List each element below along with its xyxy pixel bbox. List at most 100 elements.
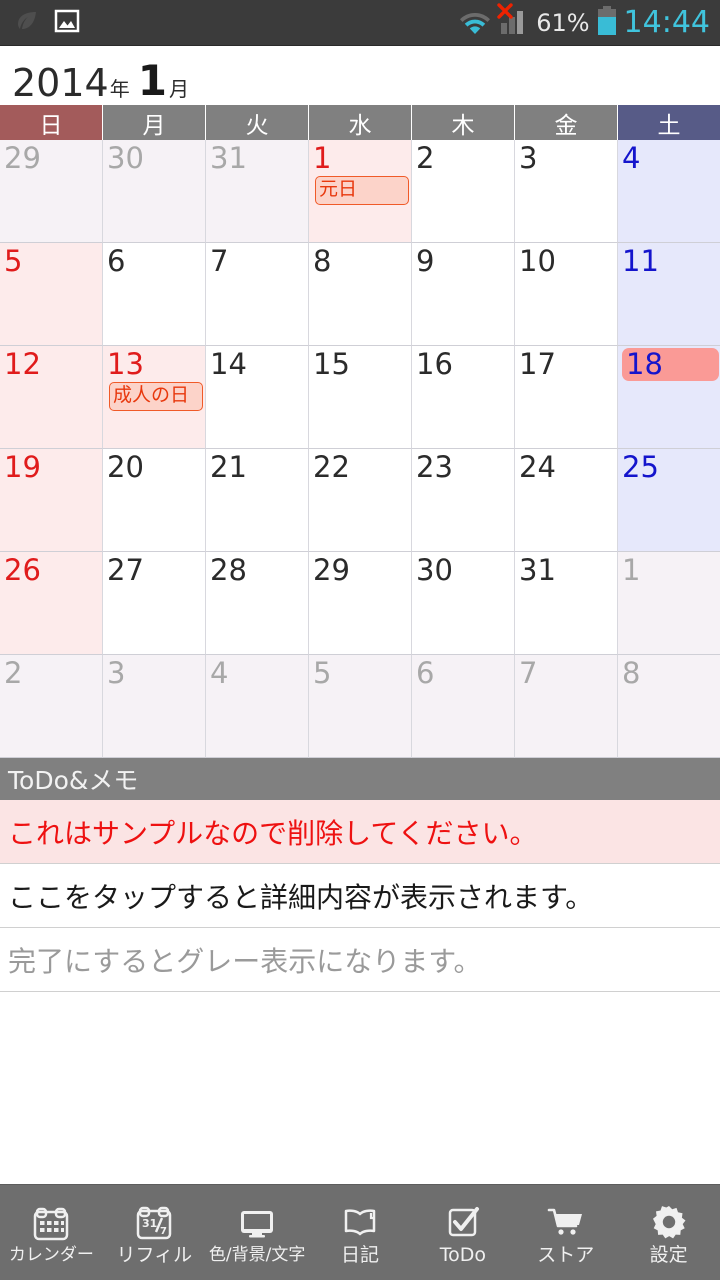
day-number-today: 18 <box>622 347 719 382</box>
todo-section-header: ToDo&メモ <box>0 758 720 800</box>
day-number: 4 <box>622 141 641 175</box>
calendar-week-row: 26 27 28 29 30 31 1 <box>0 552 720 655</box>
status-bar-left <box>14 8 80 38</box>
calendar-day-cell[interactable]: 1 元日 <box>309 140 412 243</box>
day-number: 16 <box>416 347 453 381</box>
nav-item-checkbox[interactable]: ToDo <box>411 1185 514 1280</box>
nav-item-label: 色/背景/文字 <box>208 1245 306 1265</box>
todo-empty-area[interactable] <box>0 992 720 1184</box>
day-number: 15 <box>313 347 350 381</box>
calendar-day-cell[interactable]: 4 <box>206 655 309 758</box>
calendar-day-cell[interactable]: 24 <box>515 449 618 552</box>
calendar-day-cell[interactable]: 17 <box>515 346 618 449</box>
calendar-day-cell[interactable]: 9 <box>412 243 515 346</box>
calendar-day-cell[interactable]: 21 <box>206 449 309 552</box>
calendar-day-cell[interactable]: 18 <box>618 346 720 449</box>
todo-item[interactable]: ここをタップすると詳細内容が表示されます。 <box>0 864 720 928</box>
calendar-day-cell[interactable]: 30 <box>412 552 515 655</box>
todo-item[interactable]: これはサンプルなので削除してください。 <box>0 800 720 864</box>
calendar-day-cell[interactable]: 5 <box>309 655 412 758</box>
nav-item-shopping-cart[interactable]: ストア <box>514 1185 617 1280</box>
calendar-day-cell[interactable]: 31 <box>206 140 309 243</box>
status-bar: 61% 14:44 <box>0 0 720 46</box>
nav-item-label: 設定 <box>649 1244 688 1266</box>
nav-item-gear[interactable]: 設定 <box>617 1185 720 1280</box>
calendar-day-cell[interactable]: 8 <box>309 243 412 346</box>
calendar-grid: 29 30 31 1 元日 2 3 4 5 6 7 8 9 10 11 12 13 成人の日 14 15 16 17 18 1… <box>0 140 720 758</box>
calendar-week-row: 5 6 7 8 9 10 11 <box>0 243 720 346</box>
calendar-day-cell[interactable]: 16 <box>412 346 515 449</box>
month-header[interactable]: 2014 年 1 月 <box>0 46 720 105</box>
nav-item-monitor[interactable]: 色/背景/文字 <box>206 1185 309 1280</box>
day-number: 5 <box>4 244 23 278</box>
nav-item-calendar[interactable]: カレンダー <box>0 1185 103 1280</box>
calendar-day-cell[interactable]: 3 <box>103 655 206 758</box>
calendar-day-cell[interactable]: 23 <box>412 449 515 552</box>
calendar-day-cell[interactable]: 19 <box>0 449 103 552</box>
calendar-day-cell[interactable]: 11 <box>618 243 720 346</box>
nav-item-label: 日記 <box>341 1244 380 1266</box>
shopping-cart-icon <box>546 1200 586 1244</box>
calendar-day-cell[interactable]: 26 <box>0 552 103 655</box>
todo-item[interactable]: 完了にするとグレー表示になります。 <box>0 928 720 992</box>
day-number: 20 <box>107 450 144 484</box>
calendar-day-cell[interactable]: 4 <box>618 140 720 243</box>
day-number: 22 <box>313 450 350 484</box>
calendar-day-cell[interactable]: 5 <box>0 243 103 346</box>
calendar-day-cell[interactable]: 31 <box>515 552 618 655</box>
calendar-day-cell[interactable]: 13 成人の日 <box>103 346 206 449</box>
calendar-day-cell[interactable]: 1 <box>618 552 720 655</box>
calendar-day-cell[interactable]: 2 <box>0 655 103 758</box>
day-number: 8 <box>313 244 332 278</box>
calendar-day-cell[interactable]: 25 <box>618 449 720 552</box>
calendar-day-cell[interactable]: 28 <box>206 552 309 655</box>
day-number: 6 <box>416 656 435 690</box>
image-icon <box>54 8 80 38</box>
nav-item-refill-calendar[interactable]: 31 7 リフィル <box>103 1185 206 1280</box>
day-number: 8 <box>622 656 641 690</box>
nav-item-label: リフィル <box>116 1244 193 1266</box>
svg-text:31: 31 <box>142 1217 157 1230</box>
header-month: 1 <box>137 56 167 105</box>
day-number: 27 <box>107 553 144 587</box>
leaf-icon <box>14 8 40 38</box>
calendar-day-cell[interactable]: 6 <box>412 655 515 758</box>
calendar-day-cell[interactable]: 15 <box>309 346 412 449</box>
calendar-day-cell[interactable]: 12 <box>0 346 103 449</box>
weekday-header-wk-4: 木 <box>412 105 515 140</box>
day-number: 13 <box>107 347 144 381</box>
header-year: 2014 <box>12 61 109 105</box>
day-number: 2 <box>4 656 23 690</box>
day-number: 25 <box>622 450 659 484</box>
day-number: 5 <box>313 656 332 690</box>
calendar-day-cell[interactable]: 6 <box>103 243 206 346</box>
calendar-day-cell[interactable]: 7 <box>515 655 618 758</box>
calendar-day-cell[interactable]: 3 <box>515 140 618 243</box>
gear-icon <box>649 1200 689 1244</box>
day-number: 26 <box>4 553 41 587</box>
calendar-day-cell[interactable]: 29 <box>309 552 412 655</box>
weekday-header-row: 日月火水木金土 <box>0 105 720 140</box>
status-bar-clock: 14:44 <box>623 5 710 40</box>
nav-item-book[interactable]: 日記 <box>309 1185 412 1280</box>
calendar-day-cell[interactable]: 30 <box>103 140 206 243</box>
weekday-header-wk-2: 火 <box>206 105 309 140</box>
day-event-badge[interactable]: 成人の日 <box>109 382 203 412</box>
todo-list: これはサンプルなので削除してください。 ここをタップすると詳細内容が表示されます。… <box>0 800 720 1184</box>
checkbox-icon <box>443 1200 483 1244</box>
calendar-day-cell[interactable]: 7 <box>206 243 309 346</box>
calendar-day-cell[interactable]: 8 <box>618 655 720 758</box>
calendar-day-cell[interactable]: 14 <box>206 346 309 449</box>
day-number: 14 <box>210 347 247 381</box>
calendar-day-cell[interactable]: 22 <box>309 449 412 552</box>
calendar-day-cell[interactable]: 29 <box>0 140 103 243</box>
calendar-day-cell[interactable]: 10 <box>515 243 618 346</box>
day-event-badge[interactable]: 元日 <box>315 176 409 206</box>
calendar-day-cell[interactable]: 20 <box>103 449 206 552</box>
header-year-label: 年 <box>109 77 130 101</box>
day-number: 6 <box>107 244 126 278</box>
calendar-day-cell[interactable]: 2 <box>412 140 515 243</box>
todo-section-title: ToDo&メモ <box>8 766 139 795</box>
calendar-day-cell[interactable]: 27 <box>103 552 206 655</box>
weekday-header-wk-5: 金 <box>515 105 618 140</box>
